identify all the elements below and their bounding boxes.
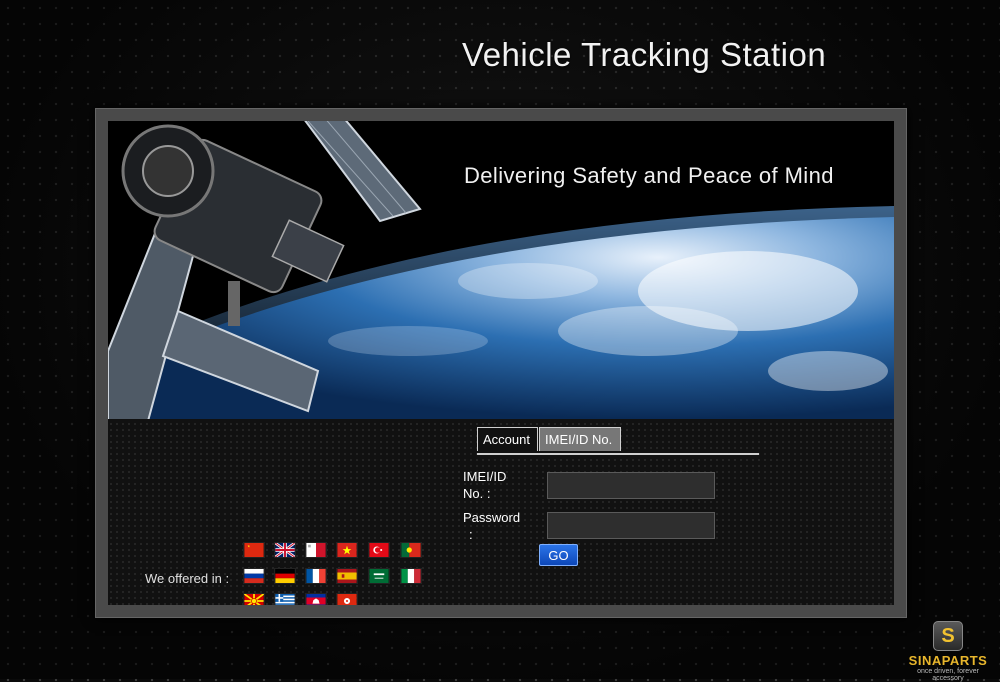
tab-account[interactable]: Account — [477, 427, 538, 451]
password-label-line1: Password — [463, 509, 520, 526]
logo-mark: S — [933, 621, 963, 651]
cambodia-flag[interactable] — [305, 593, 327, 605]
vietnam-flag[interactable] — [336, 542, 358, 558]
login-tabs: Account IMEI/ID No. — [477, 427, 759, 455]
hero-tagline: Delivering Safety and Peace of Mind — [464, 163, 834, 189]
hero-banner: Delivering Safety and Peace of Mind — [108, 121, 894, 419]
germany-flag[interactable] — [274, 568, 296, 584]
password-label-line2: : — [463, 526, 520, 543]
login-panel: Delivering Safety and Peace of Mind Acco… — [108, 121, 894, 605]
italy-flag[interactable] — [400, 568, 422, 584]
turkey-flag[interactable] — [368, 542, 390, 558]
portugal-flag[interactable] — [400, 542, 422, 558]
macedonia-flag[interactable] — [243, 593, 265, 605]
saudi-arabia-flag[interactable] — [368, 568, 390, 584]
login-frame: Delivering Safety and Peace of Mind Acco… — [95, 108, 907, 618]
site-title: Vehicle Tracking Station — [462, 36, 826, 74]
imei-label-line1: IMEI/ID — [463, 468, 506, 485]
france-flag[interactable] — [305, 568, 327, 584]
password-input[interactable] — [547, 512, 715, 539]
go-button[interactable]: GO — [539, 544, 578, 566]
logo-name: SINAPARTS — [902, 653, 994, 668]
imei-label-line2: No. : — [463, 485, 506, 502]
languages-label: We offered in : — [145, 571, 229, 586]
hong-kong-flag[interactable] — [336, 593, 358, 605]
sinaparts-logo: S SINAPARTS once driven, forever accesso… — [902, 621, 994, 677]
china-flag[interactable] — [243, 542, 265, 558]
russia-flag[interactable] — [243, 568, 265, 584]
tab-imei-id[interactable]: IMEI/ID No. — [539, 427, 621, 451]
password-label: Password : — [463, 509, 520, 543]
imei-label: IMEI/ID No. : — [463, 468, 506, 502]
uk-flag[interactable] — [274, 542, 296, 558]
greece-flag[interactable] — [274, 593, 296, 605]
imei-input[interactable] — [547, 472, 715, 499]
spain-flag[interactable] — [336, 568, 358, 584]
malta-flag[interactable] — [305, 542, 327, 558]
logo-slogan: once driven, forever accessory — [902, 668, 994, 682]
